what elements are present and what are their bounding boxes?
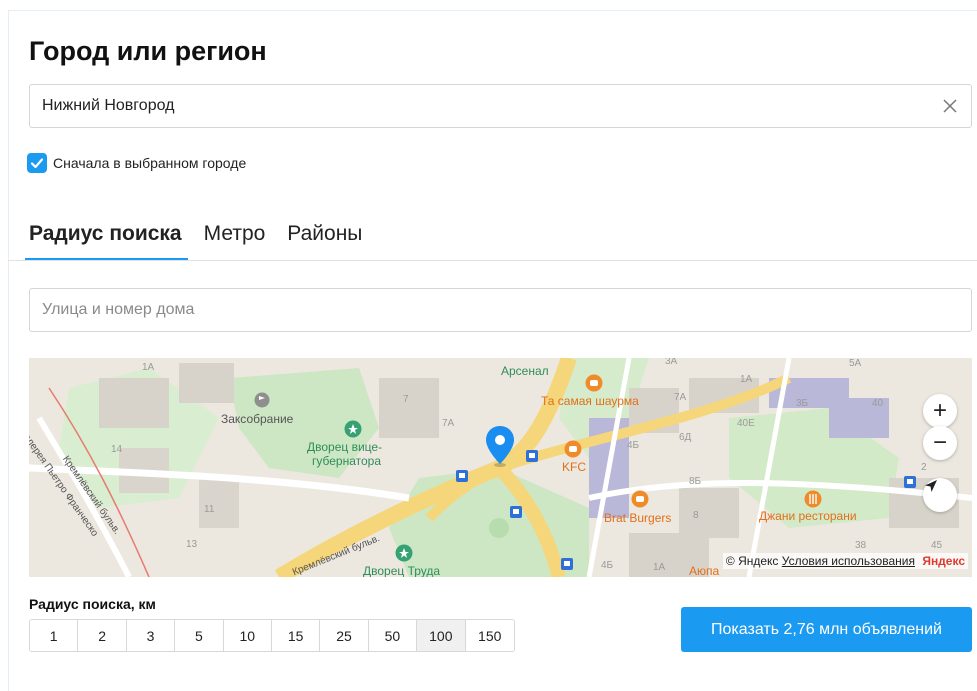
checkbox-checked-icon[interactable] [27,153,47,173]
house-number: 8 [693,510,699,521]
radius-option[interactable]: 5 [175,620,224,651]
address-field[interactable] [29,288,972,332]
bus-stop-icon[interactable] [561,558,573,570]
city-value: Нижний Новгород [42,97,175,114]
location-pin-icon[interactable] [484,424,516,468]
show-results-button[interactable]: Показать 2,76 млн объявлений [681,607,972,652]
radius-option[interactable]: 50 [368,620,418,651]
house-number: 7А [442,418,455,429]
radius-option[interactable]: 15 [271,620,321,651]
food-poi-icon[interactable] [631,490,649,508]
tab-radius[interactable]: Радиус поиска [25,222,188,261]
house-number: 5А [849,358,862,369]
house-number: 1А [142,362,155,373]
house-number: 3Б [796,398,809,409]
city-field[interactable]: Нижний Новгород [29,84,972,128]
zoom-in-button[interactable]: + [923,394,957,428]
address-input[interactable] [30,289,971,331]
house-number: 6Д [679,432,692,443]
building-poi-icon[interactable] [254,392,270,408]
zoom-out-button[interactable]: − [923,426,957,460]
geolocation-arrow-icon [925,480,937,492]
map-copyright: © Яндекс Условия использования Яндекс [722,553,968,569]
house-number: 7 [403,394,409,405]
yandex-logo[interactable]: Яндекс [922,554,965,568]
house-number: 40Е [737,418,755,429]
house-number: 40 [872,398,884,409]
house-number: 14 [111,444,123,455]
copyright-text: © Яндекс [725,554,779,568]
food-poi-icon[interactable] [564,440,582,458]
house-number: 2 [921,462,927,473]
bus-stop-icon[interactable] [904,476,916,488]
bus-stop-icon[interactable] [526,450,538,462]
map-label-dvorets-truda: Дворец Труда [363,564,441,577]
bus-stop-icon[interactable] [456,470,468,482]
house-number: 13 [186,539,198,550]
map-label-arsenal: Арсенал [501,364,549,378]
food-poi-icon[interactable] [585,374,603,392]
map-label-shaurma: Та самая шаурма [541,394,639,408]
first-in-city-label: Сначала в выбранном городе [53,155,247,171]
house-number: 7А [674,392,687,403]
first-in-city-row[interactable]: Сначала в выбранном городе [27,152,246,174]
radius-option[interactable]: 10 [223,620,272,651]
house-number: 38 [855,540,867,551]
geolocation-button[interactable] [923,478,957,512]
tab-divider [8,260,977,261]
tab-bar: Радиус поиска Метро Районы [25,222,384,261]
house-number: 45 [931,540,943,551]
radius-option[interactable]: 150 [465,620,514,651]
map-label-zaksobranie: Заксобрание [221,412,294,426]
landmark-poi-icon[interactable] [344,420,362,438]
tab-districts[interactable]: Районы [287,222,362,260]
restaurant-poi-icon[interactable] [804,490,822,508]
house-number: 11 [204,504,215,515]
terms-link[interactable]: Условия использования [782,554,915,568]
page-title: Город или регион [29,36,267,66]
landmark-poi-icon[interactable] [395,544,413,562]
radius-label: Радиус поиска, км [29,596,156,612]
radius-option[interactable]: 2 [78,620,127,651]
radius-option-selected[interactable]: 100 [417,620,466,651]
map-label-brat-burgers: Brat Burgers [604,511,672,525]
map-label-dzhani: Джани ресторани [759,509,857,523]
house-number: 8Б [689,476,702,487]
radius-option[interactable]: 25 [320,620,369,651]
house-number: 1А [740,374,753,385]
map-label-aiopa: Аюпа [689,564,720,577]
house-number: 3А [665,358,678,367]
house-number: 1А [653,562,666,573]
bus-stop-icon[interactable] [510,506,522,518]
map-label-gubernatora: губернатора [312,454,382,468]
radius-option[interactable]: 3 [126,620,176,651]
map-label-kfc: KFC [562,460,586,474]
radius-option[interactable]: 1 [30,620,79,651]
tab-metro[interactable]: Метро [204,222,266,260]
house-number: 4Б [601,560,614,571]
house-number: 4Б [627,440,640,451]
clear-icon[interactable] [939,95,961,117]
radius-selector: 1 2 3 5 10 15 25 50 100 150 [29,619,515,652]
map-label-dvorets-vice: Дворец вице- [307,440,383,454]
map[interactable]: Арсенал Та самая шаурма Заксобрание Двор… [29,358,972,577]
